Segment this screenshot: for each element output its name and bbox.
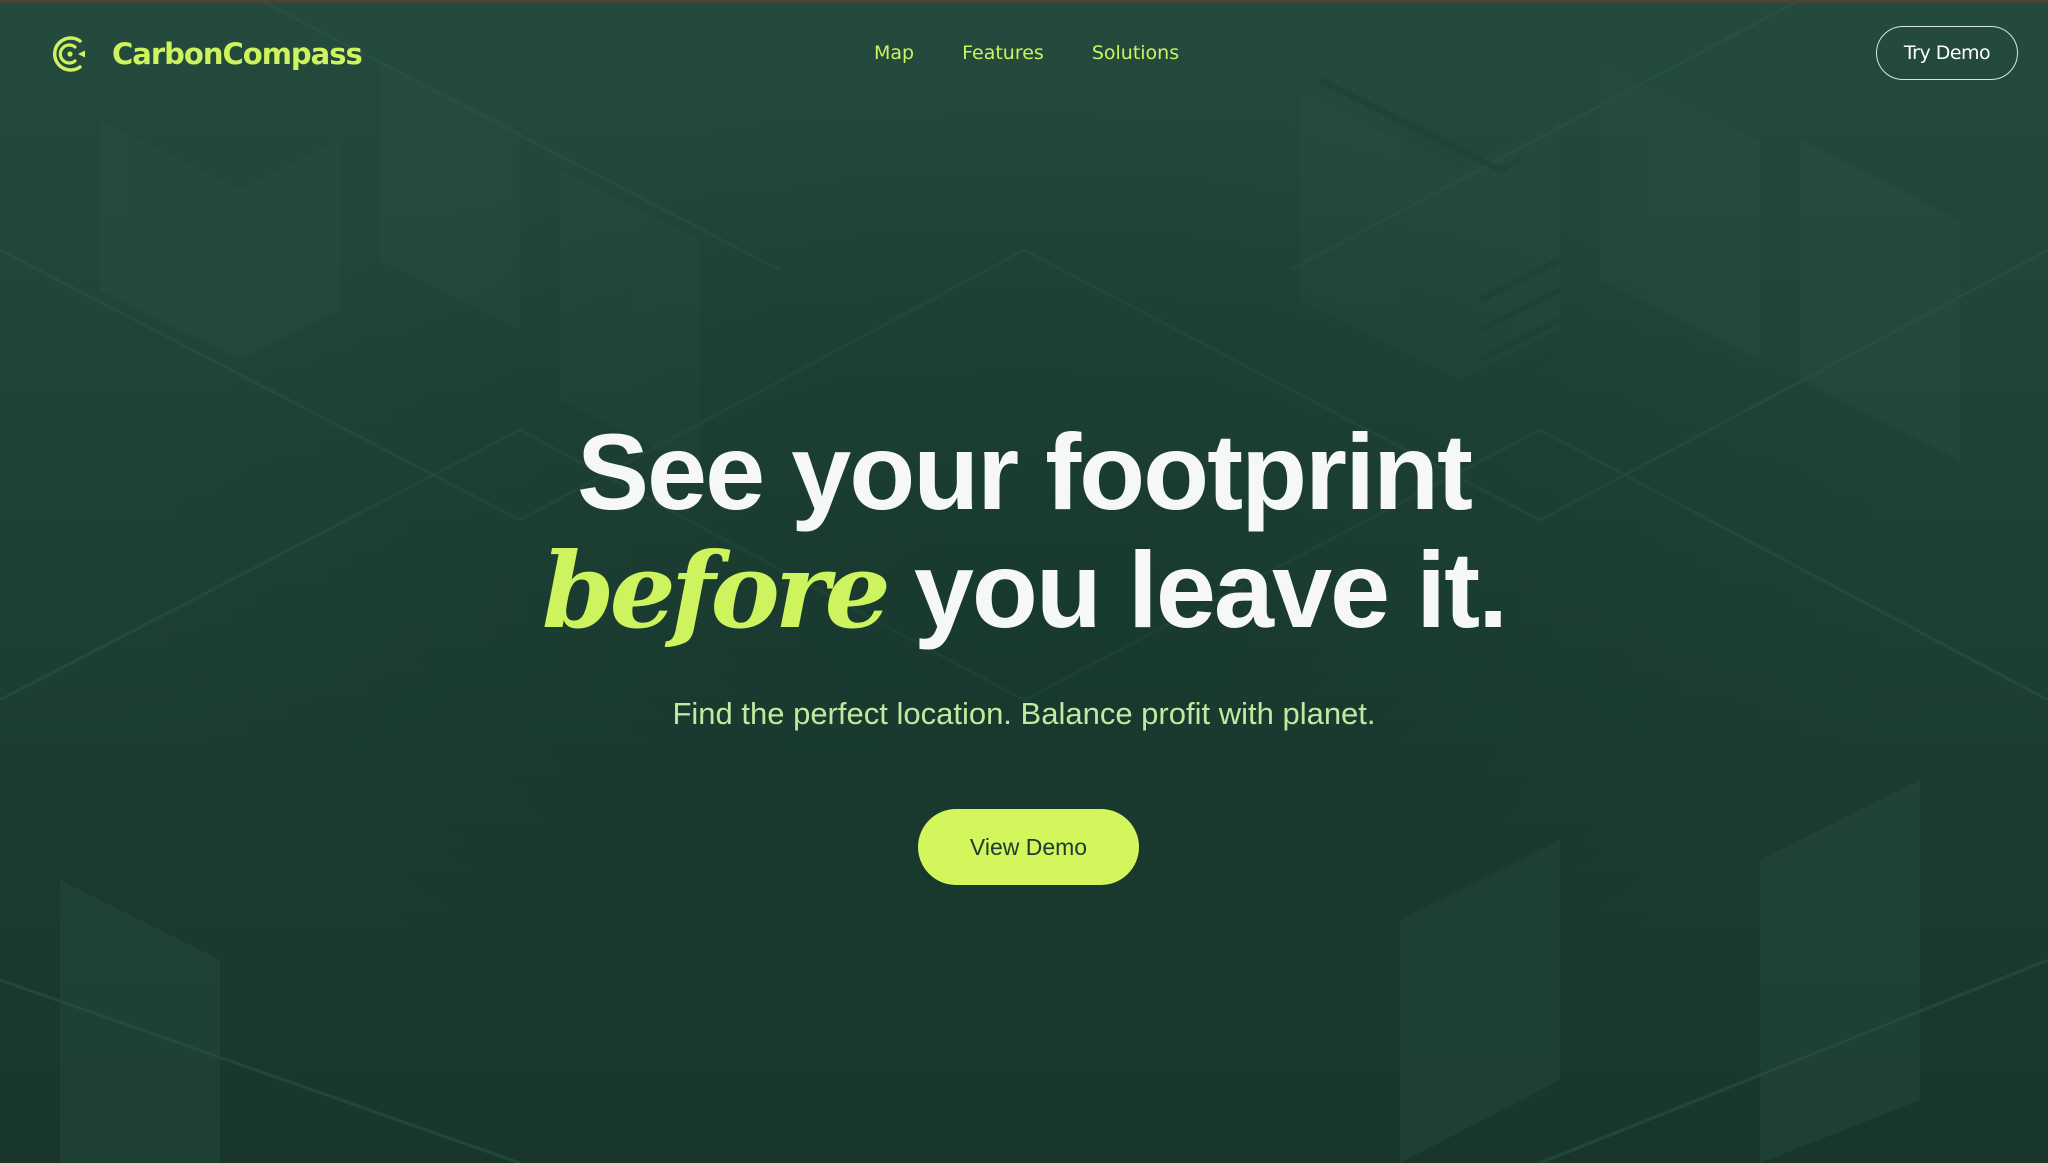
hero-subtitle: Find the perfect location. Balance profi… (672, 696, 1376, 731)
nav-link-map[interactable]: Map (874, 38, 914, 68)
view-demo-button[interactable]: View Demo (918, 809, 1139, 885)
brand-name: CarbonCompass (112, 37, 363, 71)
compass-c-icon (52, 36, 85, 72)
main-nav: Map Features Solutions (874, 38, 1179, 68)
brand-logo[interactable]: CarbonCompass (48, 30, 363, 78)
try-demo-button[interactable]: Try Demo (1876, 26, 2018, 80)
hero-headline-line2: before you leave it. (0, 530, 2048, 682)
hero-headline-accent: before (541, 529, 891, 652)
nav-link-features[interactable]: Features (962, 38, 1044, 68)
landing-page: CarbonCompass Map Features Solutions Try… (0, 0, 2048, 1163)
hero-headline-rest: you leave it. (885, 529, 1508, 650)
nav-link-solutions[interactable]: Solutions (1092, 38, 1179, 68)
hero-headline-line1: See your footprint (576, 411, 1473, 532)
